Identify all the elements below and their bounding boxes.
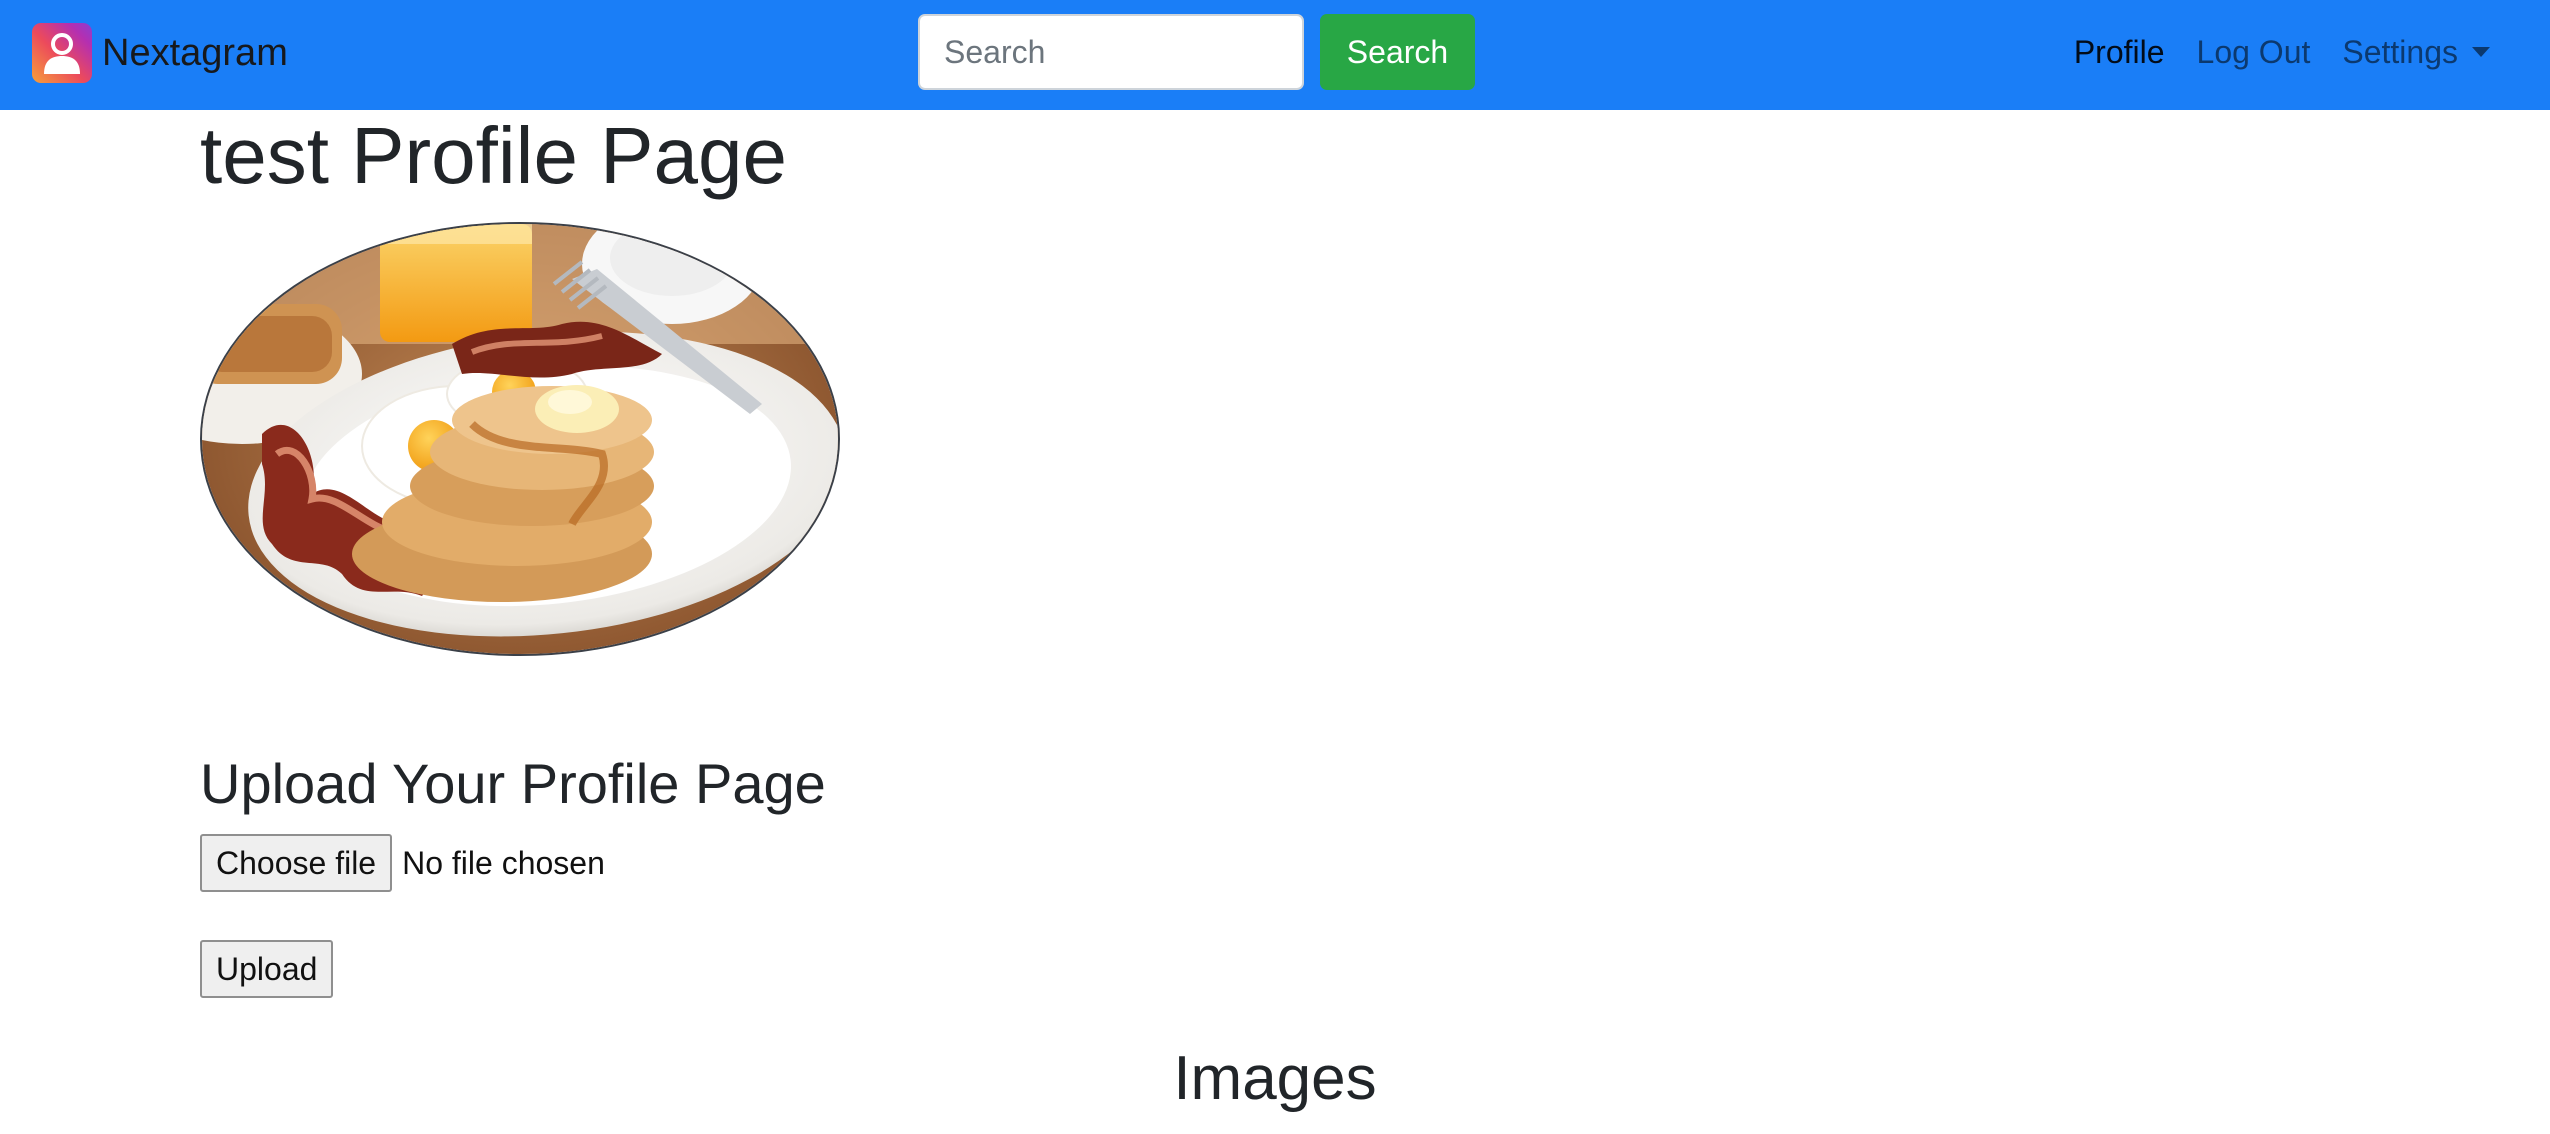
search-button[interactable]: Search	[1320, 14, 1475, 90]
brand-name: Nextagram	[102, 32, 288, 74]
choose-file-button[interactable]: Choose file	[200, 834, 393, 892]
brand-link[interactable]: Nextagram	[32, 22, 288, 84]
upload-button[interactable]: Upload	[200, 940, 334, 998]
nav-settings-dropdown[interactable]: Settings	[2342, 34, 2490, 71]
settings-label: Settings	[2342, 33, 2458, 70]
user-avatar-icon	[32, 23, 92, 83]
images-heading: Images	[1173, 1044, 1377, 1113]
nav-logout-link[interactable]: Log Out	[2197, 34, 2311, 71]
caret-down-icon	[2472, 47, 2490, 57]
upload-heading: Upload Your Profile Page	[200, 752, 826, 815]
search-input[interactable]	[918, 14, 1304, 90]
navbar: Nextagram Search Profile Log Out Setting…	[0, 0, 2550, 110]
page-title: test Profile Page	[200, 111, 787, 200]
nav-profile-link[interactable]: Profile	[2074, 34, 2165, 71]
nav-links: Profile Log Out Settings	[2042, 0, 2490, 104]
file-status-text: No file chosen	[402, 844, 605, 881]
file-input[interactable]: Choose file No file chosen	[200, 834, 605, 892]
profile-image	[200, 222, 840, 656]
